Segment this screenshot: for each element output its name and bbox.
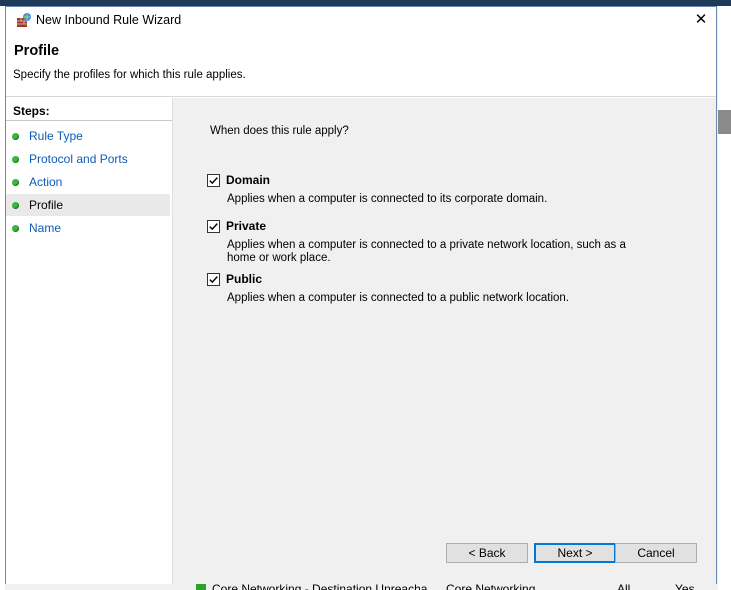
next-button[interactable]: Next > (534, 543, 616, 563)
step-label: Protocol and Ports (29, 152, 128, 166)
firewall-icon (16, 12, 32, 28)
domain-checkbox[interactable] (207, 174, 220, 187)
background-app-right (718, 6, 731, 590)
private-checkbox[interactable] (207, 220, 220, 233)
close-button[interactable]: ✕ (688, 9, 714, 31)
step-name[interactable]: Name (6, 217, 170, 239)
public-label[interactable]: Public (226, 272, 262, 286)
title-bar: New Inbound Rule Wizard ✕ (6, 7, 716, 34)
window-title: New Inbound Rule Wizard (36, 13, 182, 27)
step-status-icon (12, 225, 19, 232)
steps-divider (6, 120, 172, 121)
public-checkbox[interactable] (207, 273, 220, 286)
step-label: Profile (29, 198, 64, 212)
step-label: Rule Type (29, 129, 83, 143)
step-status-icon (12, 179, 19, 186)
page-subtitle: Specify the profiles for which this rule… (13, 69, 246, 81)
step-label: Name (29, 221, 62, 235)
domain-description: Applies when a computer is connected to … (227, 193, 548, 205)
public-description: Applies when a computer is connected to … (227, 292, 570, 304)
step-status-icon (12, 133, 19, 140)
step-rule-type[interactable]: Rule Type (6, 125, 170, 147)
steps-panel: Steps: Rule Type Protocol and Ports Acti… (6, 98, 173, 584)
cancel-button[interactable]: Cancel (615, 543, 697, 563)
domain-label[interactable]: Domain (226, 173, 270, 187)
content-panel: When does this rule apply? Domain Applie… (173, 98, 716, 584)
enabled-check-icon (196, 583, 206, 590)
step-status-icon (12, 156, 19, 163)
step-action[interactable]: Action (6, 171, 170, 193)
page-title: Profile (14, 43, 60, 59)
step-profile[interactable]: Profile (6, 194, 170, 216)
header-divider (6, 96, 716, 97)
step-status-icon (12, 202, 19, 209)
step-protocol-and-ports[interactable]: Protocol and Ports (6, 148, 170, 170)
private-description: Applies when a computer is connected to … (227, 239, 626, 264)
question-text: When does this rule apply? (210, 125, 349, 137)
steps-title: Steps: (13, 104, 50, 118)
back-button[interactable]: < Back (446, 543, 528, 563)
check-icon (209, 276, 218, 284)
private-label[interactable]: Private (226, 219, 266, 233)
close-icon: ✕ (694, 11, 708, 28)
background-scrollbar (718, 110, 731, 134)
check-icon (209, 177, 218, 185)
wizard-header: Profile Specify the profiles for which t… (6, 34, 716, 97)
step-label: Action (29, 175, 63, 189)
check-icon (209, 223, 218, 231)
wizard-dialog: New Inbound Rule Wizard ✕ Profile Specif… (5, 6, 717, 584)
